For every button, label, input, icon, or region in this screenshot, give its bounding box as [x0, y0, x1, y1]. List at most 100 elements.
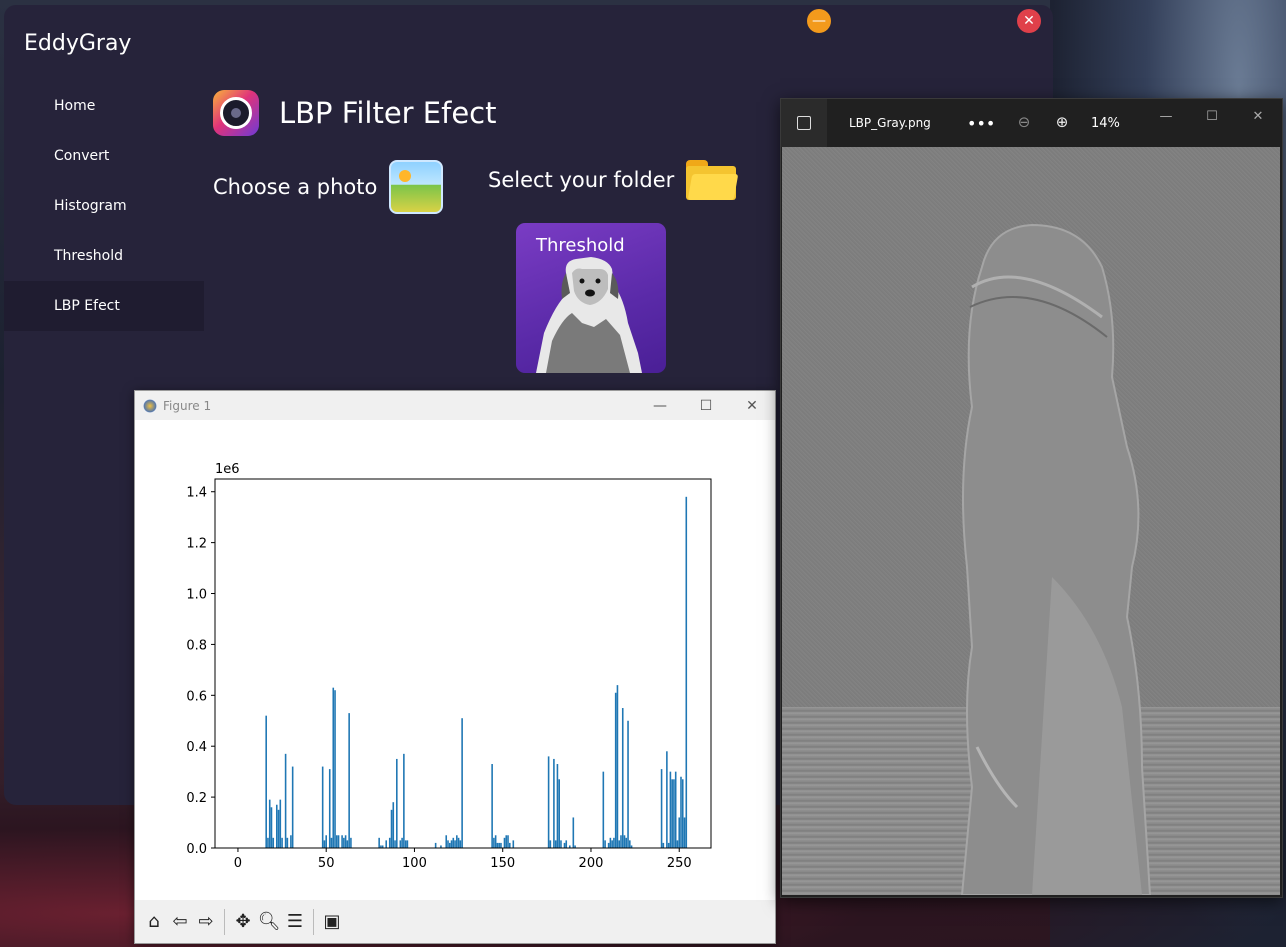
- minus-icon: —: [812, 13, 826, 29]
- choose-photo-button[interactable]: [389, 160, 444, 214]
- figure-maximize-button[interactable]: ☐: [683, 391, 729, 420]
- histogram-bar: [503, 837, 506, 848]
- histogram-bar: [660, 769, 663, 848]
- histogram-bar: [343, 837, 345, 848]
- histogram-bar: [616, 685, 619, 848]
- histogram-bar: [279, 799, 282, 848]
- sidebar-nav: Home Convert Histogram Threshold LBP Efe…: [4, 81, 204, 331]
- maximize-icon: ☐: [1206, 108, 1218, 124]
- histogram-bar: [620, 835, 622, 848]
- viewer-minimize-button[interactable]: —: [1143, 99, 1189, 133]
- histogram-bar: [683, 817, 686, 848]
- histogram-bar: [445, 835, 448, 848]
- lbp-image: [782, 147, 1280, 895]
- sidebar-item-home[interactable]: Home: [4, 81, 204, 131]
- histogram-bar: [270, 807, 273, 848]
- sidebar-item-histogram[interactable]: Histogram: [4, 181, 204, 231]
- threshold-thumbnail[interactable]: Threshold: [516, 223, 666, 373]
- histogram-bar: [549, 840, 552, 848]
- y-tick-label: 0.6: [186, 689, 207, 704]
- histogram-bar: [572, 817, 575, 848]
- x-tick-label: 100: [402, 856, 427, 871]
- y-offset-label: 1e6: [215, 462, 240, 477]
- histogram-bar: [553, 758, 555, 848]
- toolbar-separator: [313, 908, 314, 935]
- select-folder-button[interactable]: [686, 160, 739, 200]
- histogram-bar: [459, 840, 462, 848]
- histogram-bar: [448, 842, 451, 848]
- viewer-title-bar: LBP_Gray.png ••• ⊖ ⊕ 14% — ☐ ✕: [781, 99, 1282, 147]
- histogram-bar: [267, 837, 269, 848]
- histogram-bar: [629, 840, 631, 848]
- histogram-bar: [500, 842, 502, 848]
- histogram-bar: [450, 840, 453, 848]
- figure-close-button[interactable]: ✕: [729, 391, 775, 420]
- sidebar-item-threshold[interactable]: Threshold: [4, 231, 204, 281]
- histogram-bar: [491, 764, 493, 848]
- histogram-bar: [662, 842, 665, 848]
- zoom-out-icon[interactable]: ⊖: [1013, 111, 1035, 133]
- y-tick-label: 1.2: [186, 537, 207, 552]
- close-button[interactable]: ✕: [1017, 9, 1041, 33]
- histogram-bar: [621, 708, 624, 848]
- figure-title: Figure 1: [163, 398, 212, 413]
- histogram-bar: [667, 842, 670, 848]
- histogram-bar: [556, 764, 559, 848]
- histogram-bar: [508, 842, 511, 848]
- zoom-icon[interactable]: 🔍︎: [256, 909, 282, 935]
- x-tick-label: 150: [490, 856, 515, 871]
- figure-window: Figure 1 — ☐ ✕ 0 50 100 150 200 250 0.0 0.2 0.4…: [134, 390, 776, 944]
- histogram-bar: [321, 766, 324, 848]
- histogram-bar: [676, 840, 679, 848]
- histogram-bar: [457, 837, 460, 848]
- y-tick-label: 1.0: [186, 588, 207, 603]
- y-tick-label: 0.4: [186, 740, 207, 755]
- back-icon[interactable]: ⇦: [167, 909, 193, 935]
- configure-subplots-icon[interactable]: ☰: [282, 909, 308, 935]
- histogram-bar: [268, 799, 271, 848]
- folder-icon: [688, 174, 739, 200]
- forward-icon[interactable]: ⇨: [193, 909, 219, 935]
- histogram-bar: [669, 771, 672, 848]
- more-options-button[interactable]: •••: [967, 99, 995, 147]
- photo-icon: [399, 170, 412, 182]
- x-tick-label: 50: [318, 856, 335, 871]
- histogram-bar: [493, 837, 495, 848]
- histogram-bar: [611, 840, 613, 848]
- histogram-bar: [277, 809, 280, 848]
- histogram-bar: [607, 842, 610, 848]
- maximize-icon: ☐: [699, 397, 713, 414]
- histogram-bar: [337, 835, 340, 848]
- select-folder-label: Select your folder: [488, 168, 675, 192]
- figure-minimize-button[interactable]: —: [637, 391, 683, 420]
- histogram-bar: [325, 835, 327, 848]
- zoom-level[interactable]: 14%: [1091, 99, 1120, 147]
- histogram-bar: [452, 837, 455, 848]
- x-tick-label: 200: [579, 856, 604, 871]
- sidebar-item-convert[interactable]: Convert: [4, 131, 204, 181]
- y-axis: 0.0 0.2 0.4 0.6 0.8 1.0 1.2 1.4: [186, 486, 215, 857]
- photos-app-icon: [781, 99, 827, 147]
- histogram-bar: [290, 835, 292, 848]
- viewer-close-button[interactable]: ✕: [1235, 99, 1281, 133]
- histogram-bar: [350, 837, 352, 848]
- save-icon[interactable]: ▣: [319, 909, 345, 935]
- histogram-bar: [388, 837, 391, 848]
- zoom-in-icon[interactable]: ⊕: [1051, 111, 1073, 133]
- plot-area-frame: [214, 478, 712, 849]
- histogram-bar: [604, 840, 606, 848]
- minimize-button[interactable]: —: [807, 9, 831, 33]
- viewer-maximize-button[interactable]: ☐: [1189, 99, 1235, 133]
- bar-series: [265, 496, 688, 848]
- histogram-bar: [560, 840, 562, 848]
- histogram-bar: [547, 756, 550, 848]
- pan-icon[interactable]: ✥: [230, 909, 256, 935]
- histogram-bar: [330, 837, 333, 848]
- sidebar-item-lbp-efect[interactable]: LBP Efect: [4, 281, 204, 331]
- histogram-bar: [685, 496, 688, 848]
- histogram-bar: [335, 835, 338, 848]
- home-icon[interactable]: ⌂: [141, 909, 167, 935]
- choose-photo-label: Choose a photo: [213, 175, 378, 199]
- histogram-bar: [558, 779, 560, 848]
- histogram-bar: [618, 840, 621, 848]
